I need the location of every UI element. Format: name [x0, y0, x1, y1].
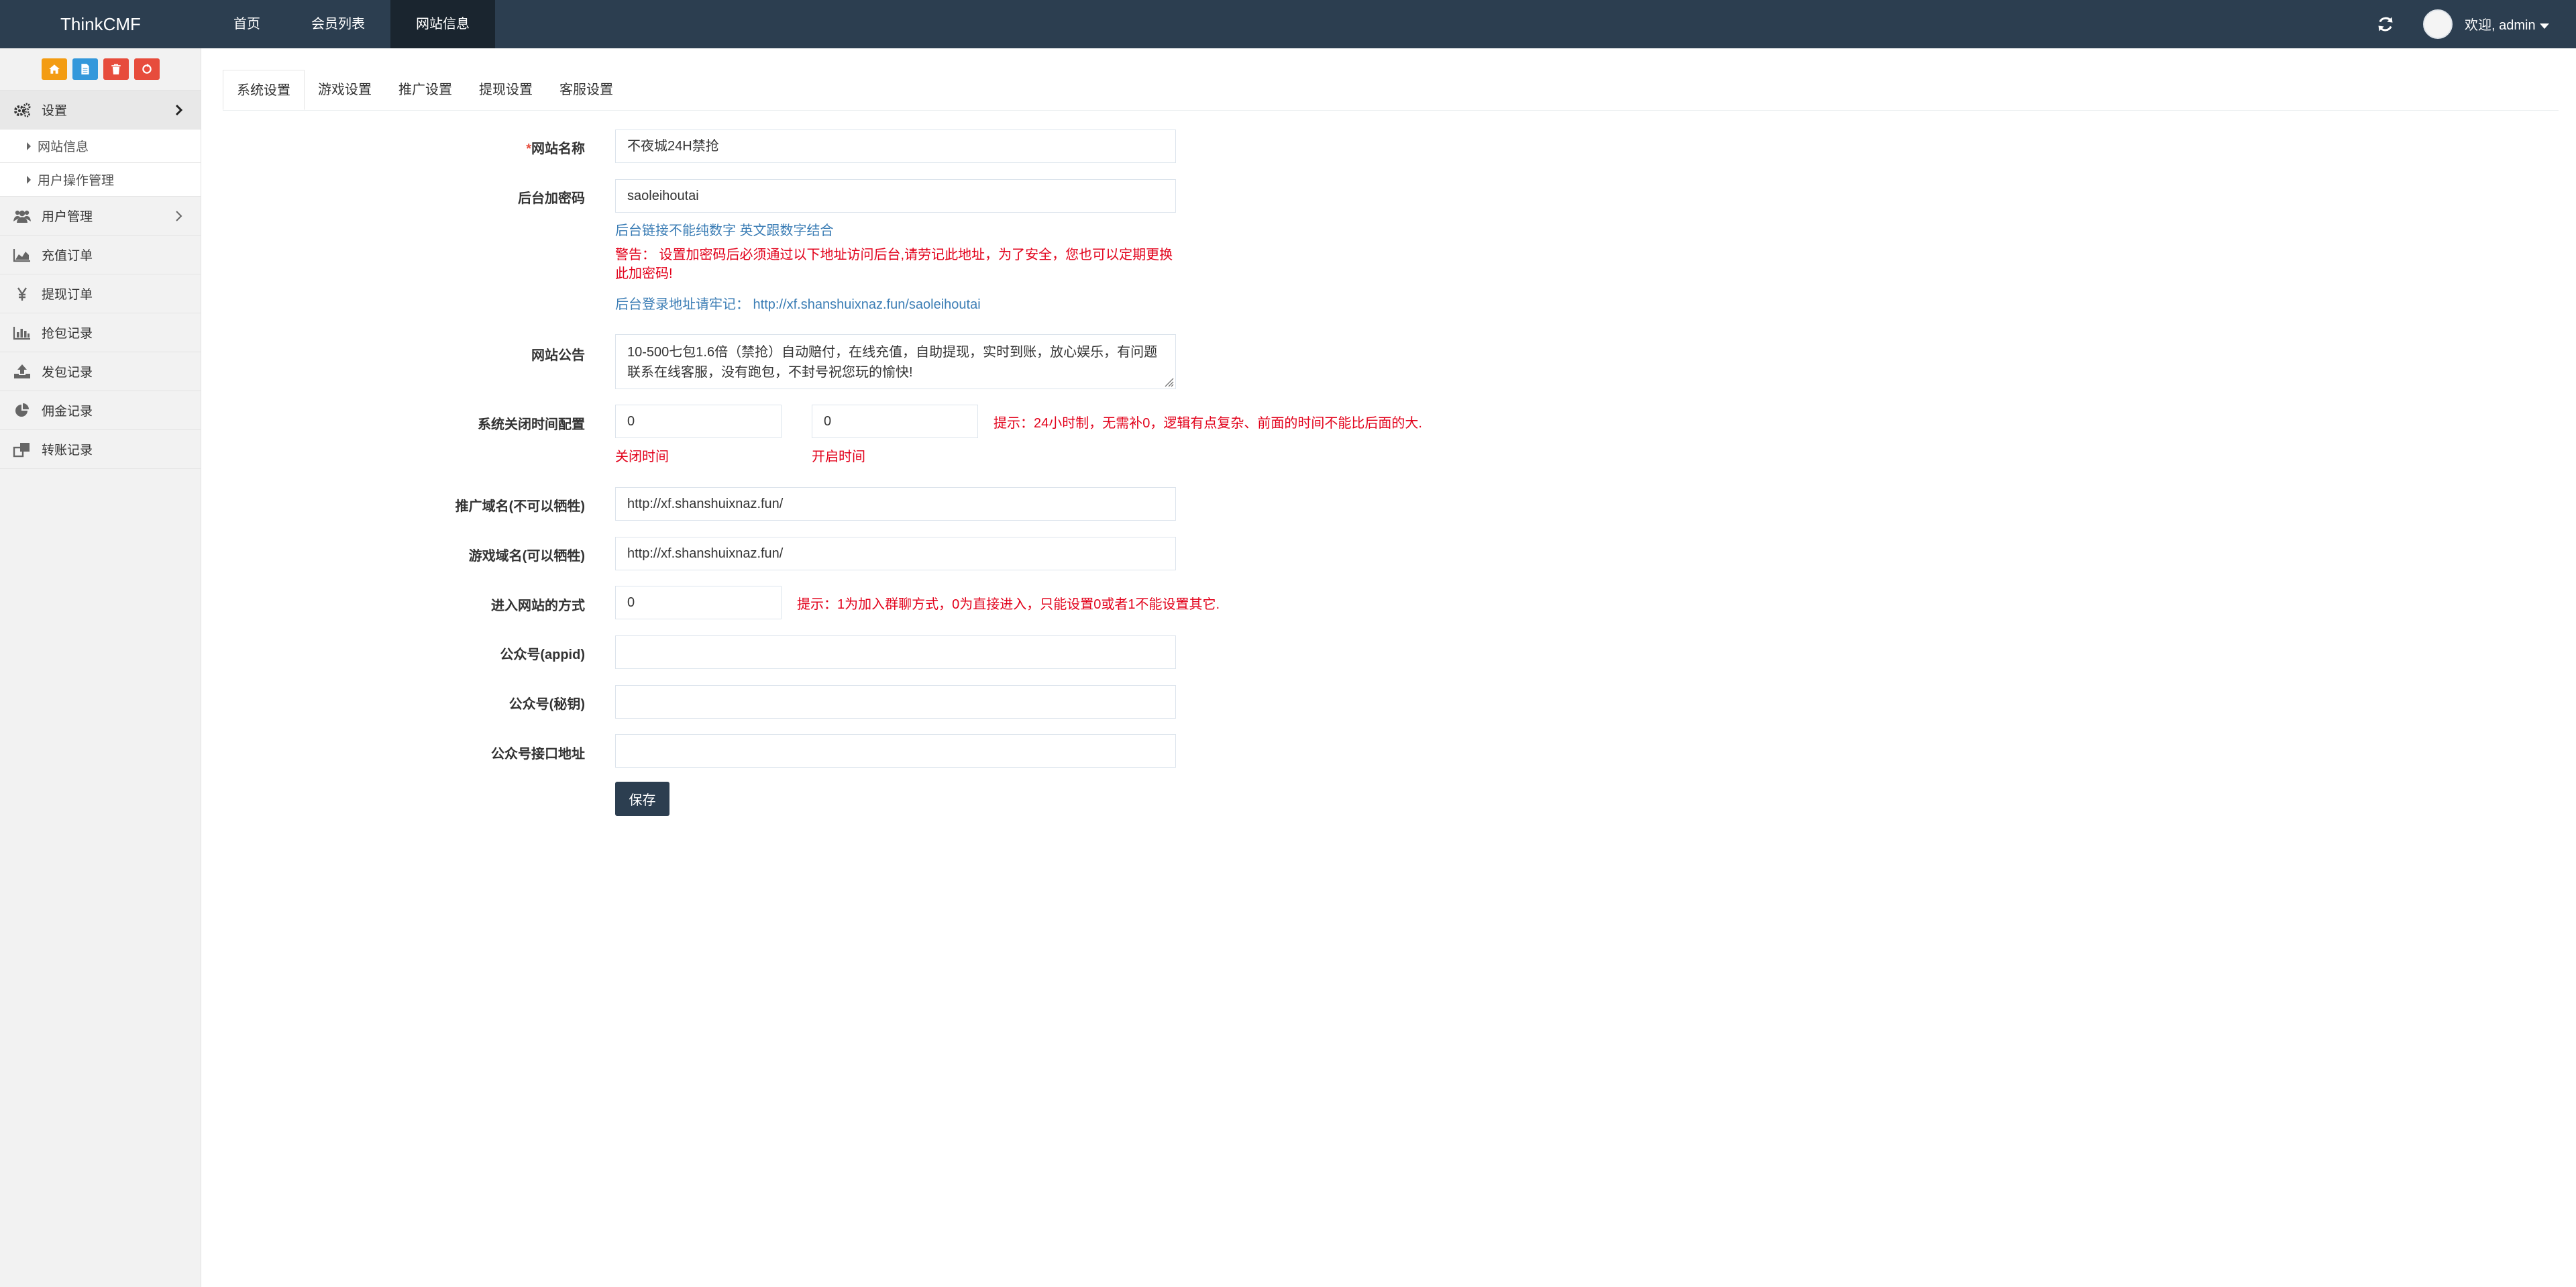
recycle-icon — [142, 63, 152, 74]
promo-domain-input[interactable]: http://xf.shanshuixnaz.fun/ — [615, 487, 1176, 521]
game-domain-input[interactable]: http://xf.shanshuixnaz.fun/ — [615, 537, 1176, 570]
clone-icon — [11, 442, 34, 458]
yen-icon — [11, 286, 34, 302]
close-time-caption: 关闭时间 — [615, 450, 669, 464]
sidebar-item-label: 发包记录 — [42, 366, 93, 380]
save-button[interactable]: 保存 — [615, 782, 669, 816]
resize-handle-icon[interactable] — [1163, 376, 1174, 387]
trash-shortcut-button[interactable] — [103, 58, 129, 80]
sidebar-item-recharge-orders[interactable]: 充值订单 — [0, 236, 201, 274]
close-time-label: 系统关闭时间配置 — [478, 417, 585, 432]
sidebar-item-transfer-records[interactable]: 转账记录 — [0, 430, 201, 469]
recycle-shortcut-button[interactable] — [133, 58, 160, 80]
caret-right-icon — [27, 142, 31, 150]
shortcut-bar — [0, 48, 201, 91]
chevron-right-icon — [176, 211, 182, 221]
api-url-label: 公众号接口地址 — [491, 747, 585, 762]
sidebar-item-label: 转账记录 — [42, 444, 93, 458]
appid-input[interactable] — [615, 635, 1176, 669]
sidebar-item-label: 佣金记录 — [42, 405, 93, 419]
sidebar-item-settings-label: 设置 — [42, 104, 68, 118]
api-url-input[interactable] — [615, 734, 1176, 768]
game-domain-label: 游戏域名(可以牺牲) — [468, 549, 585, 564]
chevron-right-icon — [175, 104, 183, 116]
home-shortcut-button[interactable] — [41, 58, 67, 80]
settings-tabs: 系统设置 游戏设置 推广设置 提现设置 客服设置 — [223, 70, 2559, 111]
trash-icon — [111, 64, 121, 74]
cogs-icon — [11, 102, 34, 118]
user-menu[interactable]: 欢迎, admin — [2465, 0, 2549, 48]
notice-text: 10-500七包1.6倍（禁抢）自动赔付，在线充值，自助提现，实时到账，放心娱乐… — [627, 345, 1158, 380]
notice-label: 网站公告 — [531, 348, 585, 363]
promo-domain-label: 推广域名(不可以牺牲) — [455, 499, 585, 514]
pie-chart-icon — [11, 403, 34, 419]
sidebar-item-user-management[interactable]: 用户管理 — [0, 197, 201, 236]
notice-textarea[interactable]: 10-500七包1.6倍（禁抢）自动赔付，在线充值，自助提现，实时到账，放心娱乐… — [615, 334, 1176, 389]
open-time-caption: 开启时间 — [812, 450, 865, 464]
admin-login-url-hint: 后台登录地址请牢记： http://xf.shanshuixnaz.fun/sa… — [615, 297, 981, 312]
home-icon — [48, 64, 60, 74]
open-time-input[interactable]: 0 — [812, 405, 978, 438]
tab-game-settings[interactable]: 游戏设置 — [305, 70, 385, 110]
tab-service-settings[interactable]: 客服设置 — [546, 70, 627, 110]
sidebar-item-label: 提现订单 — [42, 288, 93, 302]
avatar[interactable] — [2423, 9, 2453, 39]
nav-site-info[interactable]: 网站信息 — [390, 0, 495, 48]
sidebar-item-commission-records[interactable]: 佣金记录 — [0, 391, 201, 430]
tab-withdraw-settings[interactable]: 提现设置 — [466, 70, 546, 110]
enter-mode-label: 进入网站的方式 — [491, 599, 585, 613]
users-icon — [11, 208, 34, 224]
upload-icon — [11, 364, 34, 380]
app-secret-label: 公众号(秘钥) — [508, 697, 585, 712]
sidebar-subitem-label: 网站信息 — [38, 140, 89, 154]
sidebar-item-send-records[interactable]: 发包记录 — [0, 352, 201, 391]
sidebar-item-settings[interactable]: 设置 — [0, 91, 201, 130]
area-chart-icon — [11, 247, 34, 263]
sidebar-item-label: 抢包记录 — [42, 327, 93, 341]
brand-logo[interactable]: ThinkCMF — [0, 0, 201, 48]
required-mark: * — [526, 142, 531, 156]
nav-home[interactable]: 首页 — [208, 0, 286, 48]
bar-chart-icon — [11, 325, 34, 341]
admin-secret-input[interactable]: saoleihoutai — [615, 179, 1176, 213]
admin-secret-hint: 后台链接不能纯数字 英文跟数字结合 — [615, 223, 834, 238]
file-shortcut-button[interactable] — [72, 58, 98, 80]
sidebar-subitem-label: 用户操作管理 — [38, 174, 115, 188]
close-time-tip: 提示：24小时制，无需补0，逻辑有点复杂、前面的时间不能比后面的大. — [994, 416, 1422, 431]
tab-system-settings[interactable]: 系统设置 — [223, 70, 305, 110]
welcome-text: 欢迎, admin — [2465, 18, 2536, 33]
enter-mode-input[interactable]: 0 — [615, 586, 782, 619]
site-name-label: *网站名称 — [526, 138, 585, 157]
sidebar: 设置 网站信息 用户操作管理 用户管理 充值订单 提现订单 抢包记录 发包记录 … — [0, 48, 201, 1287]
site-name-label-text: 网站名称 — [531, 142, 585, 156]
caret-down-icon — [2539, 23, 2549, 29]
sidebar-item-label: 用户管理 — [42, 210, 93, 224]
top-nav: 首页 会员列表 网站信息 — [208, 0, 495, 48]
nav-member-list[interactable]: 会员列表 — [286, 0, 390, 48]
tab-promotion-settings[interactable]: 推广设置 — [385, 70, 466, 110]
sidebar-item-grab-records[interactable]: 抢包记录 — [0, 313, 201, 352]
top-navbar: ThinkCMF 首页 会员列表 网站信息 欢迎, admin — [0, 0, 2576, 48]
admin-secret-label: 后台加密码 — [518, 191, 585, 206]
sidebar-subitem-user-operation[interactable]: 用户操作管理 — [0, 163, 201, 197]
appid-label: 公众号(appid) — [500, 648, 585, 662]
file-icon — [80, 64, 89, 74]
sidebar-subitem-site-info[interactable]: 网站信息 — [0, 130, 201, 163]
caret-right-icon — [27, 175, 31, 184]
close-time-input[interactable]: 0 — [615, 405, 782, 438]
admin-secret-warning: 警告： 设置加密码后必须通过以下地址访问后台,请劳记此地址，为了安全，您也可以定… — [615, 248, 1173, 281]
sidebar-item-withdraw-orders[interactable]: 提现订单 — [0, 274, 201, 313]
sidebar-item-label: 充值订单 — [42, 249, 93, 263]
site-name-input[interactable]: 不夜城24H禁抢 — [615, 130, 1176, 163]
enter-mode-tip: 提示：1为加入群聊方式，0为直接进入，只能设置0或者1不能设置其它. — [797, 597, 1220, 612]
app-secret-input[interactable] — [615, 685, 1176, 719]
refresh-icon[interactable] — [2376, 15, 2395, 34]
